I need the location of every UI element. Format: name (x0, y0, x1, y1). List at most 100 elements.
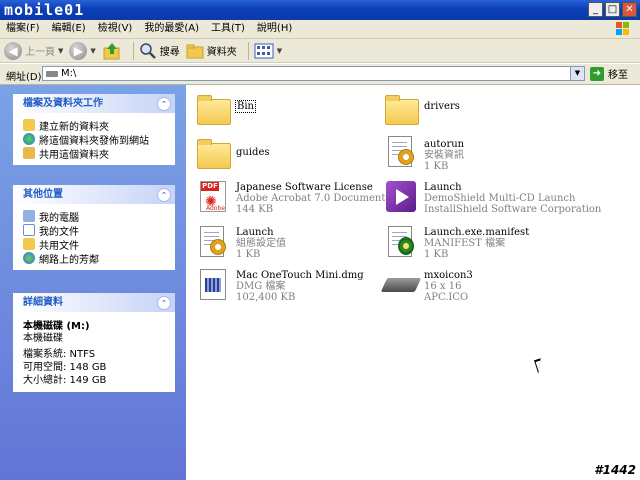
task-label: 將這個資料夾發佈到網站 (39, 135, 149, 147)
file-item[interactable]: mxoicon3 16 x 16 APC.ICO (380, 268, 473, 303)
icon-dimensions: 16 x 16 (424, 281, 462, 292)
collapse-icon[interactable]: ⌃ (157, 296, 171, 310)
task-share-folder[interactable]: 共用這個資料夾 (23, 146, 165, 161)
file-list: Bin drivers guides autorun 安裝資訊 1 KB PDF… (186, 85, 640, 480)
other-places-header[interactable]: 其他位置 ⌃ (13, 185, 175, 204)
globe-icon (23, 133, 35, 145)
folders-button[interactable]: 資料夾 (186, 40, 237, 62)
back-dropdown-icon[interactable]: ▼ (58, 47, 63, 55)
menu-edit[interactable]: 編輯(E) (46, 20, 92, 38)
toolbar-separator (247, 41, 249, 60)
file-item[interactable]: guides (196, 137, 270, 171)
address-label: 網址(D) (6, 72, 42, 83)
details-panel: 詳細資料 ⌃ 本機磁碟 (M:) 本機磁碟 檔案系統: NTFS 可用空間: 1… (13, 293, 175, 392)
views-button[interactable]: ▼ (254, 40, 282, 62)
back-label: 上一頁 (25, 47, 55, 58)
address-bar: 網址(D) M:\ ▼ ➜ 移至 (0, 64, 640, 85)
file-name: Launch.exe.manifest (424, 227, 530, 238)
search-label: 搜尋 (159, 47, 180, 58)
file-name: Mac OneTouch Mini.dmg (236, 270, 364, 281)
place-label: 我的電腦 (39, 212, 79, 224)
menu-file[interactable]: 檔案(F) (0, 20, 46, 38)
file-tasks-header[interactable]: 檔案及資料夾工作 ⌃ (13, 94, 175, 113)
place-shared-documents[interactable]: 共用文件 (23, 237, 165, 252)
details-title: 詳細資料 (23, 297, 63, 308)
forward-arrow-icon: ▶ (69, 41, 88, 60)
go-button[interactable]: ➜ 移至 (590, 66, 628, 81)
pdf-icon: PDF ✺ Adobe (196, 180, 230, 214)
toolbar: ◀ 上一頁 ▼ ▶ ▼ 搜尋 資料夾 ▼ (0, 39, 640, 63)
place-my-computer[interactable]: 我的電腦 (23, 209, 165, 224)
folder-icon (384, 93, 419, 127)
file-name: guides (236, 147, 270, 158)
dmg-file-icon (196, 268, 230, 302)
folder-up-icon (103, 42, 120, 59)
file-name: autorun (424, 139, 465, 150)
folder-icon (196, 93, 231, 127)
menu-view[interactable]: 檢視(V) (92, 20, 139, 38)
file-type: 安裝資訊 (424, 150, 464, 161)
file-name: mxoicon3 (424, 270, 473, 281)
views-icon (254, 43, 274, 58)
search-button[interactable]: 搜尋 (139, 40, 180, 62)
file-item[interactable]: PDF ✺ Adobe Japanese Software License Adob… (196, 180, 385, 215)
place-label: 共用文件 (39, 240, 79, 252)
file-size: 144 KB (236, 204, 274, 215)
other-places-panel: 其他位置 ⌃ 我的電腦 我的文件 共用文件 網路上的芳鄰 (13, 185, 175, 270)
file-company: InstallShield Software Corporation (424, 204, 602, 215)
go-label: 移至 (608, 70, 628, 81)
other-places-title: 其他位置 (23, 189, 63, 200)
file-item[interactable]: autorun 安裝資訊 1 KB (384, 135, 464, 172)
maximize-button[interactable]: □ (605, 2, 620, 17)
windows-logo-icon (616, 22, 629, 35)
task-pane: 檔案及資料夾工作 ⌃ 建立新的資料夾 將這個資料夾發佈到網站 共用這個資料夾 其… (0, 85, 186, 480)
address-input[interactable]: M:\ ▼ (42, 66, 585, 81)
collapse-icon[interactable]: ⌃ (157, 97, 171, 111)
file-name: Launch (424, 182, 462, 193)
file-tasks-title: 檔案及資料夾工作 (23, 98, 103, 109)
menu-tools[interactable]: 工具(T) (205, 20, 251, 38)
back-arrow-icon: ◀ (4, 41, 22, 60)
collapse-icon[interactable]: ⌃ (157, 188, 171, 202)
new-folder-icon (23, 119, 35, 131)
place-my-documents[interactable]: 我的文件 (23, 223, 165, 238)
file-item[interactable]: Bin (196, 93, 256, 127)
forward-dropdown-icon[interactable]: ▼ (90, 47, 95, 55)
share-folder-icon (23, 147, 35, 159)
file-item[interactable]: Launch.exe.manifest MANIFEST 檔案 1 KB (384, 225, 529, 260)
details-header[interactable]: 詳細資料 ⌃ (13, 293, 175, 312)
file-item[interactable]: Launch 組態設定值 1 KB (196, 225, 286, 260)
file-item[interactable]: Mac OneTouch Mini.dmg DMG 檔案 102,400 KB (196, 268, 364, 303)
folders-icon (186, 44, 204, 58)
close-button[interactable]: ✕ (622, 2, 637, 17)
up-button[interactable] (102, 40, 122, 62)
file-size: 1 KB (236, 249, 261, 260)
file-size: 1 KB (424, 161, 449, 172)
views-dropdown-icon[interactable]: ▼ (277, 47, 282, 55)
file-item[interactable]: Launch DemoShield Multi-CD Launch Instal… (384, 180, 601, 215)
menu-favorites[interactable]: 我的最愛(A) (138, 20, 205, 38)
file-size: 102,400 KB (236, 292, 296, 303)
task-new-folder[interactable]: 建立新的資料夾 (23, 118, 165, 133)
menu-help[interactable]: 說明(H) (251, 20, 298, 38)
address-dropdown-icon[interactable]: ▼ (570, 67, 584, 80)
drive-total-size: 大小總計: 149 GB (23, 375, 107, 386)
task-publish-web[interactable]: 將這個資料夾發佈到網站 (23, 132, 165, 147)
file-type: DMG 檔案 (236, 281, 286, 292)
file-item[interactable]: drivers (384, 93, 460, 127)
search-icon (140, 42, 156, 59)
drive-icon (380, 268, 422, 302)
file-type: Adobe Acrobat 7.0 Document (236, 193, 386, 204)
address-value: M:\ (61, 68, 77, 79)
back-button[interactable]: ◀ 上一頁 ▼ (4, 40, 63, 62)
file-type: 組態設定值 (236, 238, 286, 249)
file-name: Bin (235, 100, 256, 113)
minimize-button[interactable]: _ (588, 2, 603, 17)
computer-icon (23, 210, 35, 222)
demoshield-icon (384, 180, 418, 214)
place-network[interactable]: 網路上的芳鄰 (23, 251, 165, 266)
details-body: 本機磁碟 (M:) 本機磁碟 檔案系統: NTFS 可用空間: 148 GB 大… (13, 312, 175, 392)
other-places-body: 我的電腦 我的文件 共用文件 網路上的芳鄰 (13, 204, 175, 270)
network-icon (23, 252, 35, 264)
forward-button[interactable]: ▶ ▼ (69, 40, 96, 62)
